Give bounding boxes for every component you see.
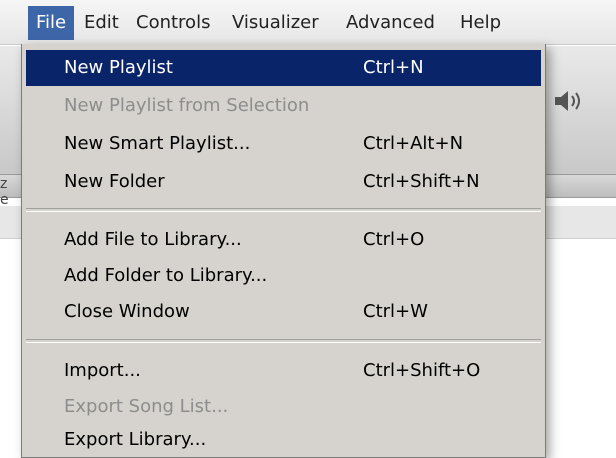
speaker-icon[interactable] <box>553 88 589 114</box>
file-menu-dropdown: New Playlist Ctrl+N New Playlist from Se… <box>21 44 546 458</box>
menu-separator <box>26 208 541 212</box>
menu-item-label: Import... <box>64 360 141 381</box>
menu-item-export-song-list: Export Song List... <box>26 389 541 425</box>
menu-item-new-folder[interactable]: New Folder Ctrl+Shift+N <box>26 164 541 200</box>
menu-edit[interactable]: Edit <box>76 6 127 40</box>
menu-item-shortcut: Ctrl+W <box>363 301 428 322</box>
menu-item-add-folder-to-library[interactable]: Add Folder to Library... <box>26 258 541 294</box>
menu-item-shortcut: Ctrl+Alt+N <box>363 133 464 154</box>
menu-item-close-window[interactable]: Close Window Ctrl+W <box>26 294 541 330</box>
menu-item-new-playlist[interactable]: New Playlist Ctrl+N <box>26 50 541 86</box>
menu-controls[interactable]: Controls <box>128 6 218 40</box>
menu-item-label: Export Library... <box>64 429 207 450</box>
menu-item-label: New Folder <box>64 171 165 192</box>
menu-item-shortcut: Ctrl+Shift+O <box>363 360 481 381</box>
menu-item-label: Export Song List... <box>64 396 229 417</box>
menu-file[interactable]: File <box>28 6 75 40</box>
menu-item-label: New Playlist <box>64 57 173 78</box>
menu-item-label: Add File to Library... <box>64 229 242 250</box>
menu-item-export-library[interactable]: Export Library... <box>26 422 541 458</box>
menu-bar: File Edit Controls Visualizer Advanced H… <box>0 0 616 45</box>
menu-item-label: New Smart Playlist... <box>64 133 251 154</box>
menu-item-add-file-to-library[interactable]: Add File to Library... Ctrl+O <box>26 222 541 258</box>
menu-item-new-smart-playlist[interactable]: New Smart Playlist... Ctrl+Alt+N <box>26 126 541 162</box>
menu-separator <box>26 339 541 343</box>
menu-item-new-playlist-from-selection: New Playlist from Selection <box>26 88 541 124</box>
menu-advanced[interactable]: Advanced <box>338 6 443 40</box>
menu-item-shortcut: Ctrl+O <box>363 229 425 250</box>
menu-item-import[interactable]: Import... Ctrl+Shift+O <box>26 353 541 389</box>
menu-visualizer[interactable]: Visualizer <box>224 6 327 40</box>
menu-help[interactable]: Help <box>452 6 509 40</box>
menu-item-shortcut: Ctrl+Shift+N <box>363 171 480 192</box>
menu-item-label: Close Window <box>64 301 190 322</box>
menu-item-shortcut: Ctrl+N <box>363 57 424 78</box>
menu-item-label: Add Folder to Library... <box>64 265 268 286</box>
menu-item-label: New Playlist from Selection <box>64 95 310 116</box>
